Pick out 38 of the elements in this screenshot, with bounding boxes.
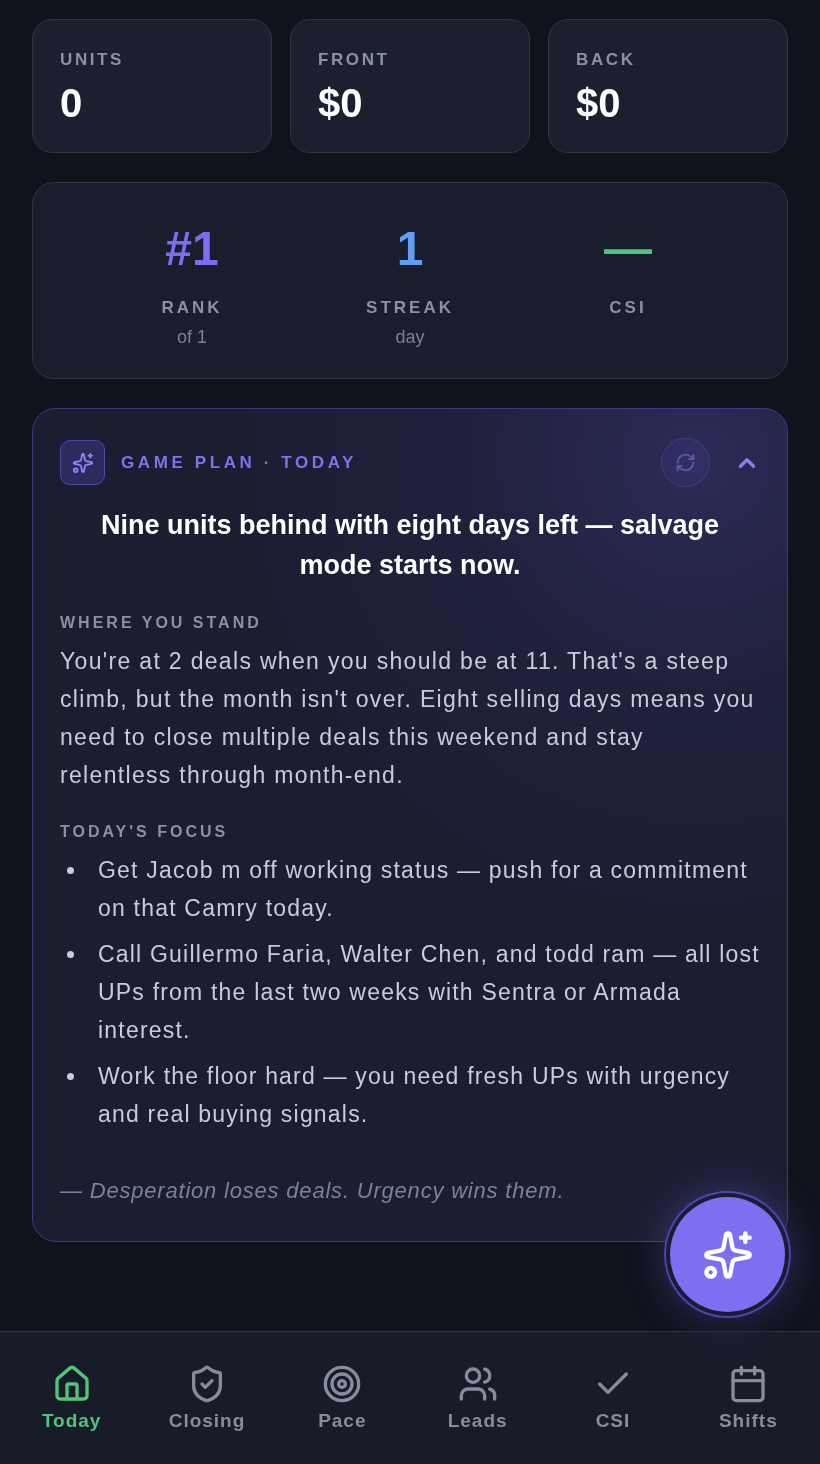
stat-label: UNITS — [60, 50, 124, 70]
section-heading: TODAY'S FOCUS — [60, 822, 230, 842]
focus-item: Work the floor hard — you need fresh UPs with urgency and real buying signals. — [98, 1062, 732, 1129]
signoff-quote: — Desperation loses deals. Urgency wins them. — [60, 1177, 566, 1205]
bullet-icon — [67, 867, 74, 874]
stat-value: $0 — [318, 80, 363, 126]
bullet-icon — [67, 1073, 74, 1080]
refresh-icon — [675, 452, 696, 473]
bullet-icon — [67, 951, 74, 958]
nav-tab[interactable]: Pace — [274, 1364, 410, 1434]
nav-tab[interactable]: CSI — [545, 1364, 681, 1434]
game-plan-title: GAME PLAN · TODAY — [121, 452, 358, 473]
summary-caption: of 1 — [177, 327, 207, 347]
sparkles-icon — [60, 440, 105, 485]
people-icon — [457, 1364, 498, 1404]
nav-tab[interactable]: Today — [4, 1364, 140, 1434]
nav-tab[interactable]: Closing — [139, 1364, 275, 1434]
summary-label: STREAK — [366, 298, 454, 318]
summary-caption: day — [395, 327, 425, 347]
stat-value: $0 — [576, 80, 621, 126]
summary-label: CSI — [609, 298, 647, 318]
stat-label: BACK — [576, 50, 636, 70]
summary-value: — — [604, 221, 652, 277]
game-plan-headline: Nine units behind with eight days left — salvage mode starts now. — [99, 509, 721, 582]
summary-value: #1 — [165, 221, 219, 277]
section-paragraph: You're at 2 deals when you should be at 11. That's a steep climb, but the month isn't over. Eight selling days means you need to close multiple deals this weekend and stay relentless through month-end. — [60, 647, 756, 790]
nav-tab[interactable]: Shifts — [680, 1364, 816, 1434]
nav-tab[interactable]: Leads — [410, 1364, 546, 1434]
section-heading: WHERE YOU STAND — [60, 613, 263, 633]
sparkles-icon — [701, 1228, 754, 1281]
summary-label: RANK — [161, 298, 223, 318]
target-icon — [322, 1364, 363, 1404]
focus-item: Call Guillermo Faria, Walter Chen, and todd ram — all lost UPs from the last two weeks with Sentra or Armada interest. — [98, 940, 760, 1045]
summary-value: 1 — [396, 221, 424, 277]
stat-value: 0 — [60, 80, 83, 126]
stat-label: FRONT — [318, 50, 390, 70]
refresh-button[interactable] — [661, 438, 710, 487]
focus-item: Get Jacob m off working status — push for a commitment on that Camry today. — [98, 856, 749, 923]
